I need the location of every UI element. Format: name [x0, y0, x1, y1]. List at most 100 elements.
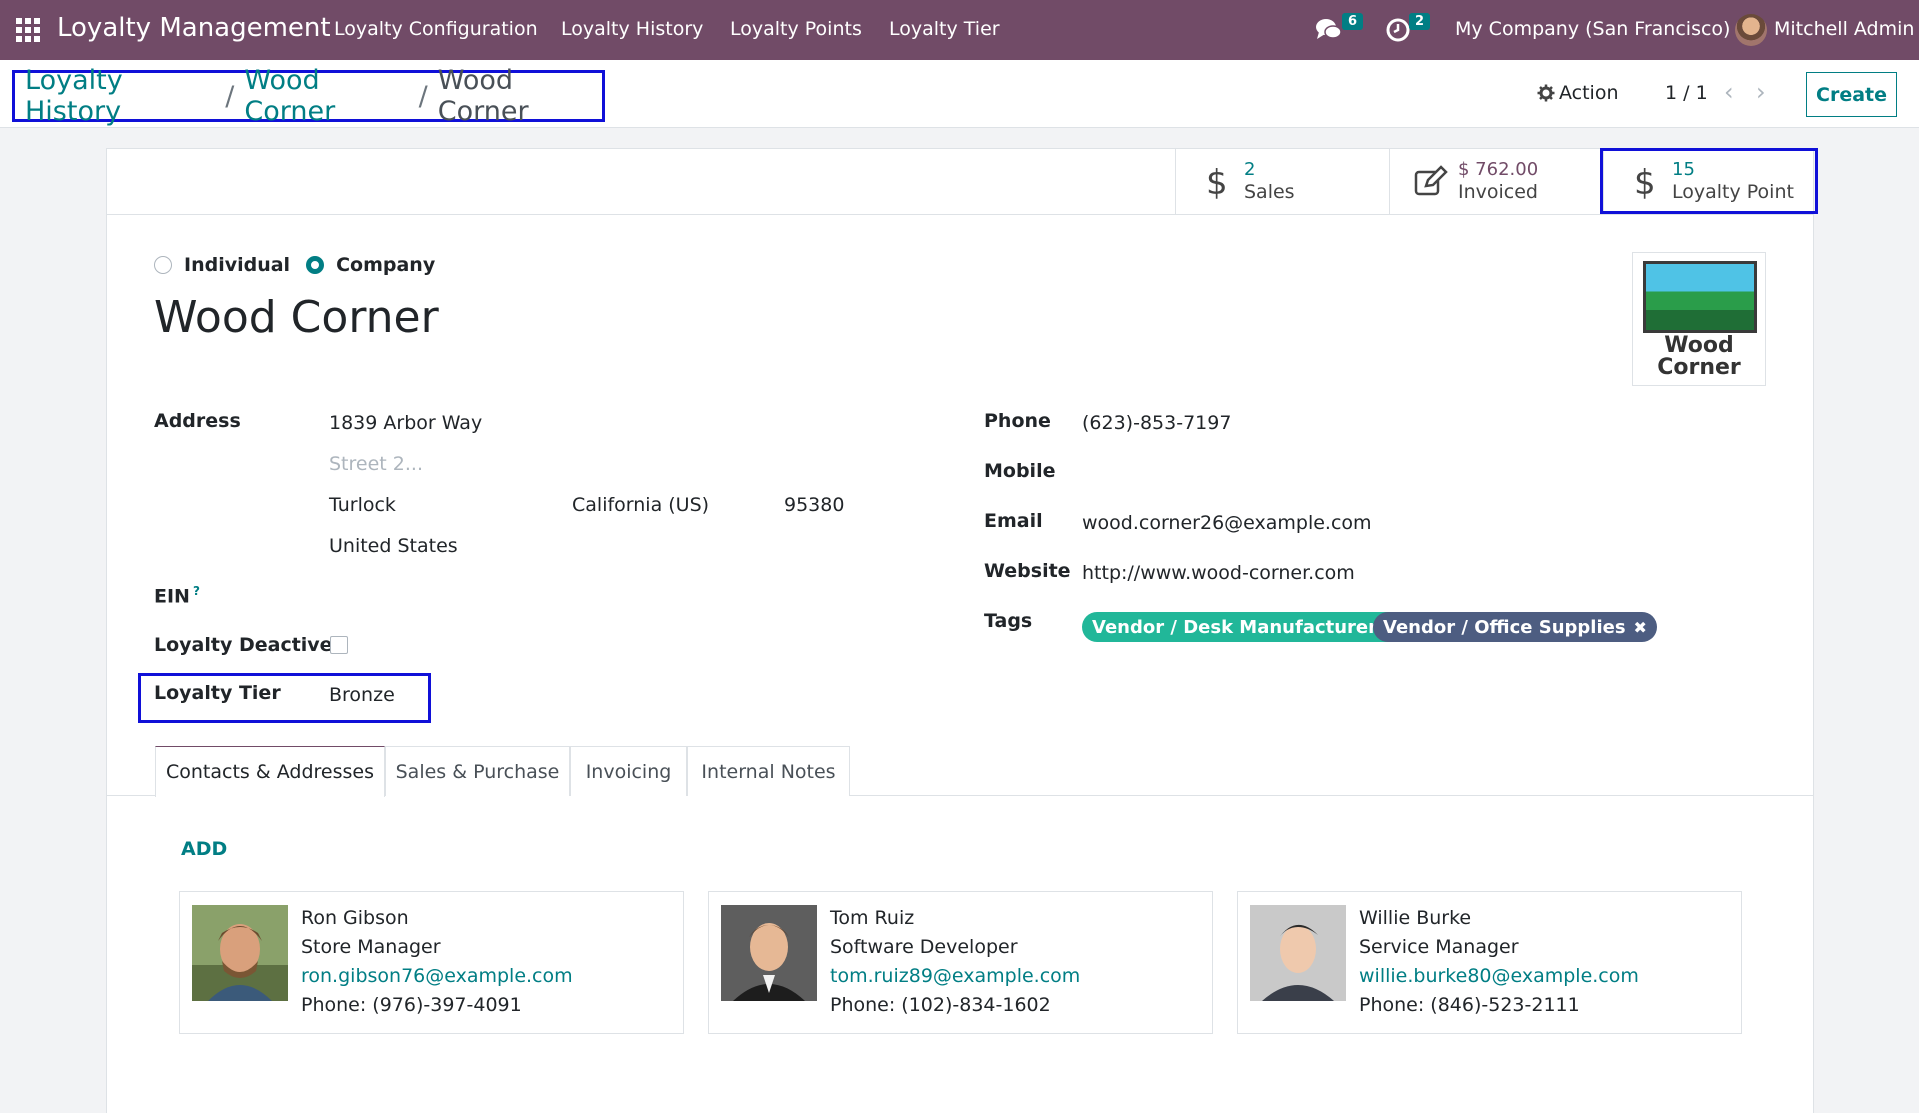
tag-vendor-office-supplies[interactable]: Vendor / Office Supplies ✖: [1373, 612, 1657, 642]
contact-role: Software Developer: [830, 936, 1018, 958]
messages-icon[interactable]: [1314, 16, 1344, 44]
breadcrumb-wood-corner[interactable]: Wood Corner: [244, 65, 408, 127]
smart-button-box: $ 2 Sales $ 762.00 Invoiced $ 15 Loyalty…: [107, 149, 1813, 215]
invoiced-amount: $ 762.00: [1458, 159, 1539, 180]
street-field[interactable]: 1839 Arbor Way: [329, 412, 482, 434]
invoiced-smart-button[interactable]: $ 762.00 Invoiced: [1389, 149, 1603, 215]
menu-loyalty-history[interactable]: Loyalty History: [561, 18, 703, 40]
breadcrumb: Loyalty History / Wood Corner / Wood Cor…: [12, 65, 605, 127]
loyalty-deactive-label: Loyalty Deactive: [154, 634, 333, 656]
phone-field[interactable]: (623)-853-7197: [1082, 412, 1231, 434]
activities-badge: 2: [1409, 13, 1431, 30]
contact-name: Willie Burke: [1359, 907, 1472, 929]
logo-landscape-image: [1643, 261, 1757, 333]
email-field[interactable]: wood.corner26@example.com: [1082, 512, 1372, 534]
website-label: Website: [984, 560, 1071, 582]
contact-card[interactable]: Willie Burke Service Manager willie.burk…: [1237, 891, 1742, 1034]
tab-internal-notes[interactable]: Internal Notes: [687, 746, 850, 796]
logo-text: Wood Corner: [1633, 335, 1765, 379]
messages-badge: 6: [1342, 13, 1364, 30]
radio-company[interactable]: [306, 256, 325, 274]
action-label: Action: [1559, 82, 1619, 104]
breadcrumb-separator: /: [418, 80, 428, 112]
tab-sales-purchase[interactable]: Sales & Purchase: [385, 746, 570, 796]
company-switcher[interactable]: My Company (San Francisco): [1455, 18, 1730, 40]
contact-card[interactable]: Tom Ruiz Software Developer tom.ruiz89@e…: [708, 891, 1213, 1034]
city-field[interactable]: Turlock: [329, 494, 396, 516]
breadcrumb-separator: /: [225, 80, 235, 112]
gear-icon: [1537, 84, 1555, 102]
loyalty-deactive-checkbox[interactable]: [330, 636, 348, 654]
menu-loyalty-configuration[interactable]: Loyalty Configuration: [334, 18, 538, 40]
user-menu[interactable]: Mitchell Admin: [1774, 18, 1914, 40]
address-label: Address: [154, 410, 241, 432]
tag-vendor-desk-manufacturers[interactable]: Vendor / Desk Manufacturers ✖: [1082, 612, 1420, 642]
action-button[interactable]: Action: [1537, 82, 1619, 104]
pager-previous-icon[interactable]: ‹: [1724, 78, 1734, 106]
loyalty-tier-label: Loyalty Tier: [154, 682, 281, 704]
user-avatar[interactable]: [1735, 14, 1767, 46]
dollar-icon: $: [1206, 163, 1228, 203]
menu-loyalty-points[interactable]: Loyalty Points: [730, 18, 862, 40]
contact-name: Tom Ruiz: [830, 907, 915, 929]
loyalty-point-highlight: [1600, 148, 1818, 214]
contact-photo: [1250, 905, 1346, 1001]
contact-details: Tom Ruiz Software Developer tom.ruiz89@e…: [830, 904, 1080, 1020]
ein-label: EIN?: [154, 584, 200, 607]
state-field[interactable]: California (US): [572, 494, 709, 516]
contact-name: Ron Gibson: [301, 907, 409, 929]
company-type-selector: Individual Company: [154, 254, 451, 276]
sales-count: 2: [1244, 159, 1256, 180]
contact-photo: [192, 905, 288, 1001]
contact-email[interactable]: willie.burke80@example.com: [1359, 962, 1639, 991]
company-logo[interactable]: Wood Corner: [1632, 252, 1766, 386]
tag-remove-icon[interactable]: ✖: [1634, 618, 1647, 637]
contact-phone: Phone: (976)-397-4091: [301, 994, 522, 1016]
contact-card[interactable]: Ron Gibson Store Manager ron.gibson76@ex…: [179, 891, 684, 1034]
mobile-label: Mobile: [984, 460, 1056, 482]
contact-details: Ron Gibson Store Manager ron.gibson76@ex…: [301, 904, 573, 1020]
loyalty-tier-field[interactable]: Bronze: [329, 684, 395, 706]
ein-label-text: EIN: [154, 585, 190, 608]
create-button[interactable]: Create: [1806, 72, 1897, 117]
sales-smart-button[interactable]: $ 2 Sales: [1175, 149, 1389, 215]
tags-label: Tags: [984, 610, 1033, 632]
street2-field[interactable]: Street 2...: [329, 453, 423, 475]
radio-individual-label[interactable]: Individual: [184, 254, 290, 276]
menu-loyalty-tier[interactable]: Loyalty Tier: [889, 18, 1000, 40]
mobile-field[interactable]: [1082, 460, 1482, 482]
contact-details: Willie Burke Service Manager willie.burk…: [1359, 904, 1639, 1020]
help-icon[interactable]: ?: [193, 584, 200, 598]
tag-label: Vendor / Desk Manufacturers: [1092, 616, 1388, 638]
top-navbar: Loyalty Management Loyalty Configuration…: [0, 0, 1919, 60]
breadcrumb-loyalty-history[interactable]: Loyalty History: [25, 65, 215, 127]
contact-phone: Phone: (846)-523-2111: [1359, 994, 1580, 1016]
breadcrumb-current: Wood Corner: [437, 65, 529, 127]
app-brand[interactable]: Loyalty Management: [57, 13, 331, 43]
contact-phone: Phone: (102)-834-1602: [830, 994, 1051, 1016]
apps-menu-icon[interactable]: [16, 18, 40, 42]
partner-name[interactable]: Wood Corner: [154, 292, 439, 343]
add-contact-button[interactable]: ADD: [181, 838, 227, 860]
pager-value[interactable]: 1 / 1: [1665, 82, 1708, 104]
contact-photo: [721, 905, 817, 1001]
website-field[interactable]: http://www.wood-corner.com: [1082, 562, 1355, 584]
contact-email[interactable]: ron.gibson76@example.com: [301, 962, 573, 991]
logo-text-line: Wood: [1664, 333, 1734, 358]
radio-company-label[interactable]: Company: [336, 254, 435, 276]
radio-individual[interactable]: [154, 256, 172, 274]
zip-field[interactable]: 95380: [784, 494, 844, 516]
contact-role: Store Manager: [301, 936, 441, 958]
invoiced-label: Invoiced: [1458, 181, 1538, 203]
pager-next-icon[interactable]: ›: [1756, 78, 1766, 106]
contact-email[interactable]: tom.ruiz89@example.com: [830, 962, 1080, 991]
logo-text-line: Corner: [1657, 355, 1741, 380]
sales-label: Sales: [1244, 181, 1295, 203]
phone-label: Phone: [984, 410, 1051, 432]
tab-invoicing[interactable]: Invoicing: [570, 746, 687, 796]
tag-label: Vendor / Office Supplies: [1383, 616, 1626, 638]
contact-role: Service Manager: [1359, 936, 1519, 958]
email-label: Email: [984, 510, 1043, 532]
country-field[interactable]: United States: [329, 535, 458, 557]
tab-contacts-addresses[interactable]: Contacts & Addresses: [155, 746, 385, 797]
